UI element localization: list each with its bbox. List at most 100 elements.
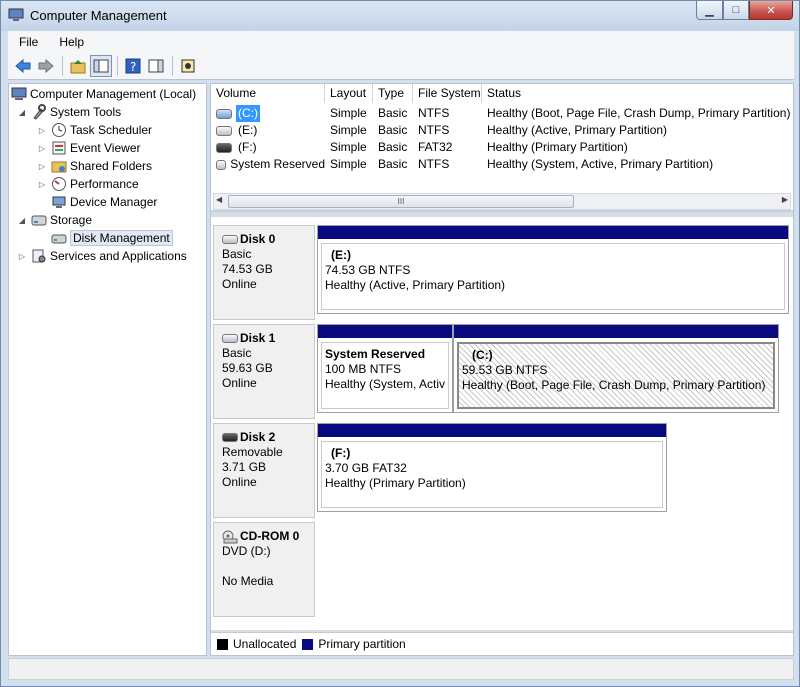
partition-system-reserved[interactable]: System Reserved 100 MB NTFS Healthy (Sys… xyxy=(317,324,453,413)
back-arrow-icon xyxy=(15,58,31,73)
title-bar[interactable]: Computer Management ▁ □ ✕ xyxy=(1,1,799,31)
volume-name: (E:) xyxy=(238,123,258,137)
volume-row[interactable]: (C:) Simple Basic NTFS Healthy (Boot, Pa… xyxy=(211,105,793,122)
services-icon xyxy=(32,249,46,263)
system-drive-icon xyxy=(216,108,232,119)
tree-item-performance[interactable]: ▷ Performance xyxy=(37,175,139,193)
partition-name: (E:) xyxy=(331,248,351,262)
volume-row[interactable]: (E:) Simple Basic NTFS Healthy (Active, … xyxy=(211,122,793,139)
partition-name: (C:) xyxy=(472,348,493,362)
partition-status: Healthy (Active, Primary Partition) xyxy=(325,278,506,292)
column-header-status[interactable]: Status xyxy=(482,84,793,103)
removable-disk-icon xyxy=(222,433,238,442)
disk-state: No Media xyxy=(222,574,274,588)
cd-drive-icon xyxy=(222,530,238,543)
disk-0-info[interactable]: Disk 0 Basic 74.53 GB Online xyxy=(213,225,315,320)
disk-size: 59.63 GB xyxy=(222,361,273,375)
hard-disk-icon xyxy=(222,334,238,343)
minimize-icon: ▁ xyxy=(705,4,714,17)
tree-item-storage[interactable]: ◢ Storage xyxy=(17,211,92,229)
tree-item-system-tools[interactable]: ◢ System Tools xyxy=(17,103,121,121)
expand-arrow-icon[interactable]: ▷ xyxy=(37,126,47,135)
tree-label: Computer Management (Local) xyxy=(30,87,197,101)
tree-item-disk-management[interactable]: Disk Management xyxy=(51,229,173,247)
partition-size: 74.53 GB NTFS xyxy=(325,263,411,277)
partition-name: System Reserved xyxy=(325,347,426,361)
volume-row[interactable]: (F:) Simple Basic FAT32 Healthy (Primary… xyxy=(211,139,793,156)
tree-item-event-viewer[interactable]: ▷ Event Viewer xyxy=(37,139,141,157)
volume-file-system: NTFS xyxy=(418,123,450,137)
partition-details: (F:) 3.70 GB FAT32 Healthy (Primary Part… xyxy=(321,441,663,508)
forward-arrow-icon xyxy=(38,58,54,73)
partition-c[interactable]: (C:) 59.53 GB NTFS Healthy (Boot, Page F… xyxy=(453,324,779,413)
close-icon: ✕ xyxy=(766,4,776,17)
volume-layout: Simple xyxy=(330,157,367,171)
toolbar-separator xyxy=(62,55,63,76)
column-header-type[interactable]: Type xyxy=(373,84,413,103)
menu-file[interactable]: File xyxy=(19,35,38,49)
clock-icon xyxy=(52,123,66,137)
volume-list-horizontal-scrollbar[interactable]: ◀ III ▶ xyxy=(213,193,791,210)
column-header-volume[interactable]: Volume xyxy=(211,84,325,103)
collapse-arrow-icon[interactable]: ◢ xyxy=(17,216,27,225)
up-one-level-button[interactable] xyxy=(67,55,89,77)
maximize-icon: □ xyxy=(732,4,740,16)
shared-folder-icon xyxy=(51,161,67,173)
volume-layout: Simple xyxy=(330,123,367,137)
expand-arrow-icon[interactable]: ▷ xyxy=(37,180,47,189)
tree-label: Services and Applications xyxy=(50,249,187,263)
column-header-file-system[interactable]: File System xyxy=(413,84,482,103)
show-hide-console-tree-button[interactable] xyxy=(90,54,112,77)
cdrom-0-info[interactable]: CD-ROM 0 DVD (D:) No Media xyxy=(213,522,315,617)
scroll-right-icon[interactable]: ▶ xyxy=(782,195,788,204)
scroll-left-icon[interactable]: ◀ xyxy=(216,195,222,204)
scrollbar-thumb[interactable]: III xyxy=(228,195,574,208)
back-button[interactable] xyxy=(12,55,34,77)
partition-e[interactable]: (E:) 74.53 GB NTFS Healthy (Active, Prim… xyxy=(317,225,789,314)
properties-button[interactable] xyxy=(177,55,199,77)
disk-2-info[interactable]: Disk 2 Removable 3.71 GB Online xyxy=(213,423,315,518)
disk-type: Removable xyxy=(222,445,283,459)
expand-arrow-icon[interactable]: ▷ xyxy=(37,162,47,171)
status-bar xyxy=(8,658,794,680)
tree-label: Event Viewer xyxy=(70,141,141,155)
primary-partition-bar xyxy=(318,226,788,239)
column-header-layout[interactable]: Layout xyxy=(325,84,373,103)
performance-icon xyxy=(52,177,66,191)
tree-item-shared-folders[interactable]: ▷ Shared Folders xyxy=(37,157,152,175)
partition-details: (E:) 74.53 GB NTFS Healthy (Active, Prim… xyxy=(321,243,785,310)
expand-arrow-icon[interactable]: ▷ xyxy=(17,252,27,261)
tree-label: Device Manager xyxy=(70,195,158,209)
drive-icon xyxy=(216,125,232,136)
menu-help[interactable]: Help xyxy=(59,35,84,49)
volume-type: Basic xyxy=(378,123,408,137)
show-hide-action-pane-button[interactable] xyxy=(145,55,167,77)
collapse-arrow-icon[interactable]: ◢ xyxy=(17,108,27,117)
disk-name: Disk 2 xyxy=(240,430,276,444)
tree-item-device-manager[interactable]: Device Manager xyxy=(51,193,157,211)
toolbar: ? xyxy=(8,52,794,80)
svg-text:?: ? xyxy=(130,60,136,74)
tree-item-task-scheduler[interactable]: ▷ Task Scheduler xyxy=(37,121,152,139)
close-button[interactable]: ✕ xyxy=(749,1,793,20)
partition-status: Healthy (Boot, Page File, Crash Dump, Pr… xyxy=(462,378,766,392)
toolbar-separator xyxy=(172,55,173,76)
help-icon: ? xyxy=(125,58,141,74)
partition-f[interactable]: (F:) 3.70 GB FAT32 Healthy (Primary Part… xyxy=(317,423,667,512)
expand-arrow-icon[interactable]: ▷ xyxy=(37,144,47,153)
volume-row[interactable]: System Reserved Simple Basic NTFS Health… xyxy=(211,156,793,173)
tree-item-services-and-applications[interactable]: ▷ Services and Applications xyxy=(17,247,187,265)
tree-label: Shared Folders xyxy=(70,159,153,173)
maximize-button[interactable]: □ xyxy=(723,1,749,20)
volume-list-header: Volume Layout Type File System Status xyxy=(211,84,793,103)
minimize-button[interactable]: ▁ xyxy=(696,1,723,20)
disk-state: Online xyxy=(222,277,257,291)
storage-icon xyxy=(31,215,47,226)
disk-1-info[interactable]: Disk 1 Basic 59.63 GB Online xyxy=(213,324,315,419)
help-button[interactable]: ? xyxy=(122,55,144,77)
volume-type: Basic xyxy=(378,140,408,154)
disk-0-row: Disk 0 Basic 74.53 GB Online (E:) 74.53 … xyxy=(211,221,793,320)
tree-item-computer-management[interactable]: Computer Management (Local) xyxy=(11,85,196,103)
computer-management-icon xyxy=(11,87,27,100)
forward-button[interactable] xyxy=(35,55,57,77)
